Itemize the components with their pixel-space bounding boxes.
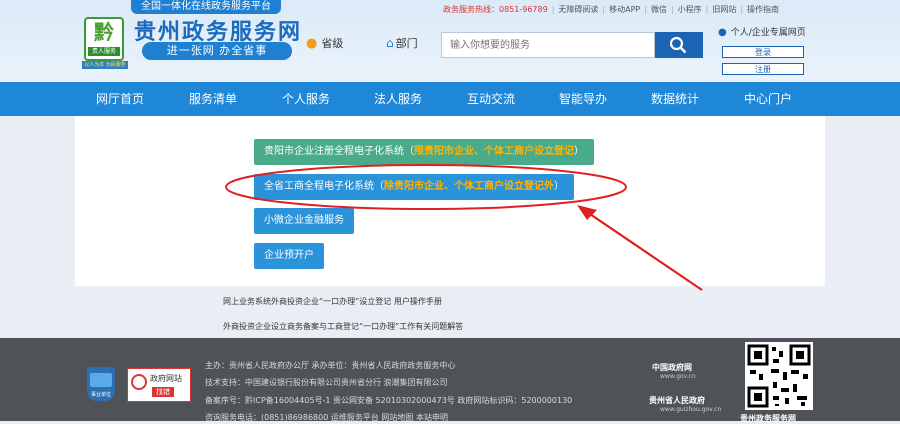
location-pin-icon: ● xyxy=(306,36,318,51)
nav-item-personal-service[interactable]: 个人服务 xyxy=(261,82,351,116)
service-hotline: 政务服务热线：0851-96789 xyxy=(443,5,548,14)
search-button[interactable] xyxy=(655,32,703,58)
footer-host: 主办：贵州省人民政府办公厅 承办单位：贵州省人民政府政务服务中心 xyxy=(205,361,456,370)
logo-slogan: 以人为本 为民服务 xyxy=(82,61,128,69)
gov-site-error-report[interactable]: 政府网站 找错 xyxy=(127,368,191,402)
logo-glyph-icon: 黔 xyxy=(94,20,114,44)
site-slogan: 进一张网 办全省事 xyxy=(142,42,292,60)
department-selector[interactable]: ⌂ 部门 xyxy=(386,35,418,51)
magnifier-icon xyxy=(131,374,147,390)
gov-site-label: 政府网站 xyxy=(150,374,182,383)
login-button[interactable]: 登录 xyxy=(722,46,804,58)
department-label: 部门 xyxy=(395,37,418,50)
user-page-label: 个人/企业专属网页 xyxy=(730,28,806,38)
annotation-arrow-line xyxy=(583,209,703,291)
user-page-link[interactable]: ● 个人/企业专属网页 xyxy=(718,25,806,38)
search-icon xyxy=(669,36,687,54)
top-link-mobile-app[interactable]: 移动APP xyxy=(609,5,640,14)
top-link-guide[interactable]: 操作指南 xyxy=(747,5,779,14)
annotation-overlay xyxy=(225,164,703,291)
institution-badge-icon[interactable]: 事业单位 xyxy=(87,367,115,401)
service-note: 限贵阳市企业、个体工商户设立登记 xyxy=(414,146,574,157)
service-end: ） xyxy=(574,146,584,157)
footer-tech-support: 技术支持：中国建设银行股份有限公司贵州省分行 浪潮集团有限公司 xyxy=(205,378,448,387)
top-utility-bar: 政务服务热线：0851-96789 | 无障碍阅读 | 移动APP | 微信 | 小程序 | 旧网站… xyxy=(443,5,780,14)
china-gov-link[interactable]: 中国政府网 xyxy=(652,362,692,373)
top-link-old-site[interactable]: 旧网站 xyxy=(712,5,736,14)
search-input[interactable] xyxy=(441,32,655,58)
qr-code-label: 贵州政务服务网 xyxy=(740,414,796,423)
nav-item-center-portal[interactable]: 中心门户 xyxy=(723,82,813,116)
top-link-wechat[interactable]: 微信 xyxy=(651,5,667,14)
china-gov-url: www.gov.cn xyxy=(660,373,696,380)
annotation-ellipse xyxy=(225,164,627,210)
platform-banner: 全国一体化在线政务服务平台 xyxy=(131,0,281,14)
register-button[interactable]: 注册 xyxy=(722,63,804,75)
province-label: 省级 xyxy=(321,37,344,50)
report-error-label: 找错 xyxy=(152,387,174,397)
logo-tag: 贵人服务 xyxy=(88,47,120,56)
service-label: 贵阳市企业注册全程电子化系统（ xyxy=(264,146,414,157)
user-icon: ● xyxy=(718,27,727,38)
main-nav: 网厅首页 服务清单 个人服务 法人服务 互动交流 智能导办 数据统计 中心门户 xyxy=(0,82,900,116)
operation-manual-link[interactable]: 网上业务系统外商投资企业“一口办理”设立登记 用户操作手册 xyxy=(223,296,442,307)
site-footer: 事业单位 政府网站 找错 主办：贵州省人民政府办公厅 承办单位：贵州省人民政府政… xyxy=(0,338,900,423)
badge-label: 事业单位 xyxy=(90,392,111,398)
guizhou-gov-url: www.guizhou.gov.cn xyxy=(660,406,722,413)
home-icon: ⌂ xyxy=(386,36,394,50)
nav-item-legal-person-service[interactable]: 法人服务 xyxy=(353,82,443,116)
nav-item-statistics[interactable]: 数据统计 xyxy=(630,82,720,116)
site-logo[interactable]: 黔 贵人服务 xyxy=(84,17,124,61)
nav-item-interaction[interactable]: 互动交流 xyxy=(446,82,536,116)
top-link-accessibility[interactable]: 无障碍阅读 xyxy=(558,5,598,14)
faq-link[interactable]: 外商投资企业设立商务备案与工商登记“一口办理”工作有关问题解答 xyxy=(223,321,463,332)
top-link-mini-program[interactable]: 小程序 xyxy=(678,5,702,14)
nav-item-home[interactable]: 网厅首页 xyxy=(75,82,165,116)
guizhou-gov-link[interactable]: 贵州省人民政府 xyxy=(649,395,705,406)
site-header: 全国一体化在线政务服务平台 黔 贵人服务 以人为本 为民服务 贵州政务服务网 进… xyxy=(0,0,900,82)
nav-item-service-list[interactable]: 服务清单 xyxy=(168,82,258,116)
qr-code-icon xyxy=(745,342,813,410)
nav-item-smart-guide[interactable]: 智能导办 xyxy=(538,82,628,116)
province-selector[interactable]: ● 省级 xyxy=(306,35,343,51)
footer-contact: 咨询服务电话：(0851)86986800 运维服务平台 网站地图 本站申明 xyxy=(205,413,448,422)
footer-icp: 备案序号：黔ICP备16004405号-1 贵公网安备 520103020004… xyxy=(205,396,573,405)
